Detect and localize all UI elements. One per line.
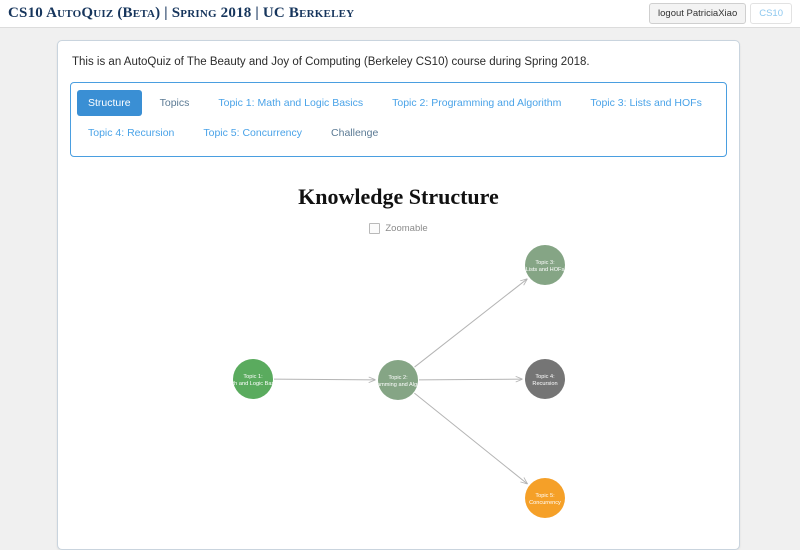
page-title: Knowledge Structure	[298, 183, 499, 209]
tab-topic-5[interactable]: Topic 5: Concurrency	[192, 120, 313, 147]
node-circle-t3[interactable]	[525, 245, 565, 285]
node-circle-t4[interactable]	[525, 359, 565, 399]
topic-nav-bar: Structure Topics Topic 1: Math and Logic…	[70, 81, 727, 157]
graph-edge-t2-t4	[418, 379, 522, 380]
graph-node-t3[interactable]: Topic 3:Lists and HOFs	[525, 245, 565, 285]
tab-topics[interactable]: Topics	[149, 90, 201, 117]
tab-topic-2[interactable]: Topic 2: Programming and Algorithm	[381, 90, 572, 117]
top-header-bar: CS10 AutoQuiz (Beta) | Spring 2018 | UC …	[0, 0, 800, 28]
tab-structure[interactable]: Structure	[77, 89, 142, 117]
zoomable-label: Zoomable	[385, 222, 428, 234]
zoomable-checkbox[interactable]	[369, 222, 381, 234]
node-circle-t5[interactable]	[525, 478, 565, 518]
zoomable-toggle-row: Zoomable	[58, 222, 739, 234]
tab-topic-1[interactable]: Topic 1: Math and Logic Basics	[207, 90, 374, 117]
course-button[interactable]: CS10	[750, 2, 792, 25]
tab-challenge[interactable]: Challenge	[320, 120, 389, 147]
tab-topic-3[interactable]: Topic 3: Lists and HOFs	[579, 90, 712, 117]
graph-edge-t1-t2	[273, 379, 375, 380]
content-panel: This is an AutoQuiz of The Beauty and Jo…	[57, 40, 740, 550]
graph-node-t2[interactable]: Topic 2:Programming and Algorithm	[363, 360, 433, 400]
graph-node-t1[interactable]: Topic 1:Math and Logic Basics	[225, 359, 281, 399]
graph-node-t4[interactable]: Topic 4:Recursion	[525, 359, 565, 399]
node-circle-t1[interactable]	[233, 359, 273, 399]
tab-topic-4[interactable]: Topic 4: Recursion	[77, 120, 185, 147]
graph-nodes: Topic 1:Math and Logic Basics Topic 2:Pro…	[225, 245, 565, 518]
graph-edge-t2-t5	[414, 392, 527, 483]
node-circle-t2[interactable]	[378, 360, 418, 400]
graph-node-t5[interactable]: Topic 5:Concurrency	[525, 478, 565, 518]
logout-button[interactable]: logout PatriciaXiao	[649, 2, 747, 25]
header-actions: logout PatriciaXiao CS10	[649, 2, 792, 25]
intro-description: This is an AutoQuiz of The Beauty and Jo…	[72, 56, 590, 68]
graph-edge-t2-t3	[414, 279, 527, 368]
app-title: CS10 AutoQuiz (Beta) | Spring 2018 | UC …	[8, 5, 355, 21]
